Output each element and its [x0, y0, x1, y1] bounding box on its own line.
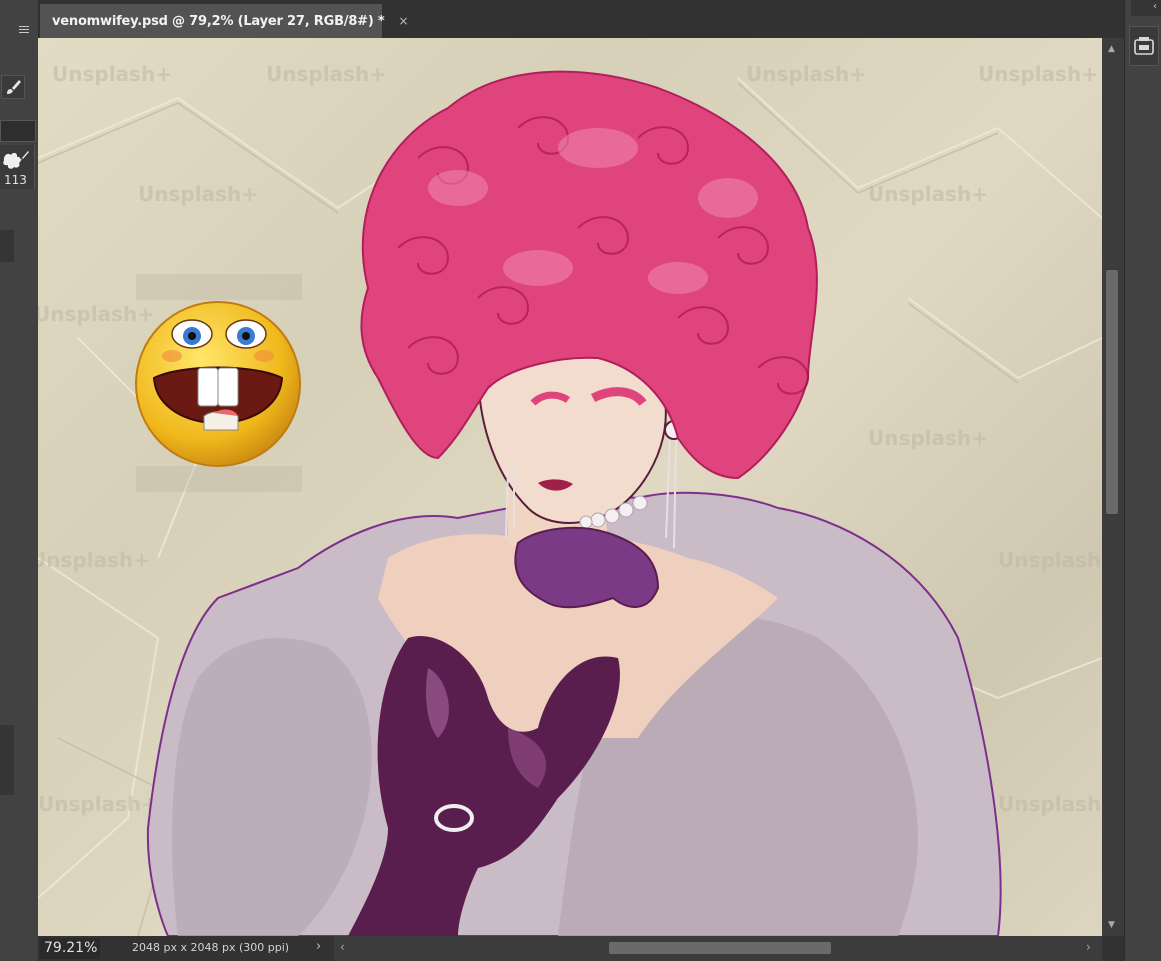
brush-size-value: 113	[4, 173, 27, 187]
horizontal-scroll-thumb[interactable]	[609, 942, 831, 954]
panel-collapse-bar[interactable]: ‹	[1131, 0, 1161, 16]
vertical-scroll-thumb[interactable]	[1106, 270, 1118, 514]
menu-icon[interactable]	[19, 26, 29, 34]
document-canvas[interactable]: Unsplash+ Unsplash+ Unsplash+ Unsplash+ …	[38, 38, 1102, 936]
left-options-bar: 113	[0, 0, 39, 961]
vertical-scrollbar[interactable]: ▲ ▼	[1102, 38, 1124, 936]
scroll-up-icon[interactable]: ▲	[1108, 44, 1115, 54]
brush-preset-icon	[3, 151, 29, 169]
status-bar: 79.21% 2048 px x 2048 px (300 ppi) › ‹ ›	[38, 936, 1124, 961]
document-tab[interactable]: venomwifey.psd @ 79,2% (Layer 27, RGB/8#…	[40, 4, 409, 38]
right-panel-dock: ‹	[1124, 0, 1161, 961]
emoji-sticker	[135, 301, 301, 467]
brush-preset-picker[interactable]: 113	[0, 145, 35, 189]
document-tab-bar: venomwifey.psd @ 79,2% (Layer 27, RGB/8#…	[38, 0, 1124, 38]
libraries-panel-button[interactable]	[1129, 26, 1159, 66]
tool-preset-field[interactable]	[0, 120, 36, 142]
close-icon[interactable]: ×	[399, 14, 409, 28]
brush-icon	[7, 80, 21, 94]
collapse-icon[interactable]: ‹	[1153, 1, 1157, 12]
scroll-down-icon[interactable]: ▼	[1108, 920, 1115, 930]
document-info: 2048 px x 2048 px (300 ppi)	[132, 941, 290, 954]
scroll-left-icon[interactable]: ‹	[340, 940, 345, 954]
horizontal-scrollbar[interactable]: ‹ ›	[334, 936, 1102, 961]
artwork-illustration	[146, 70, 1002, 936]
scroll-right-icon[interactable]: ›	[1086, 940, 1091, 954]
toolbar-separator	[0, 725, 14, 795]
doc-info-menu-icon[interactable]: ›	[316, 939, 321, 954]
library-icon	[1134, 37, 1154, 55]
brush-tool-button[interactable]	[1, 75, 25, 99]
toolbar-separator	[0, 230, 14, 262]
zoom-level-field[interactable]: 79.21%	[40, 938, 100, 959]
document-tab-title: venomwifey.psd @ 79,2% (Layer 27, RGB/8#…	[52, 13, 385, 29]
